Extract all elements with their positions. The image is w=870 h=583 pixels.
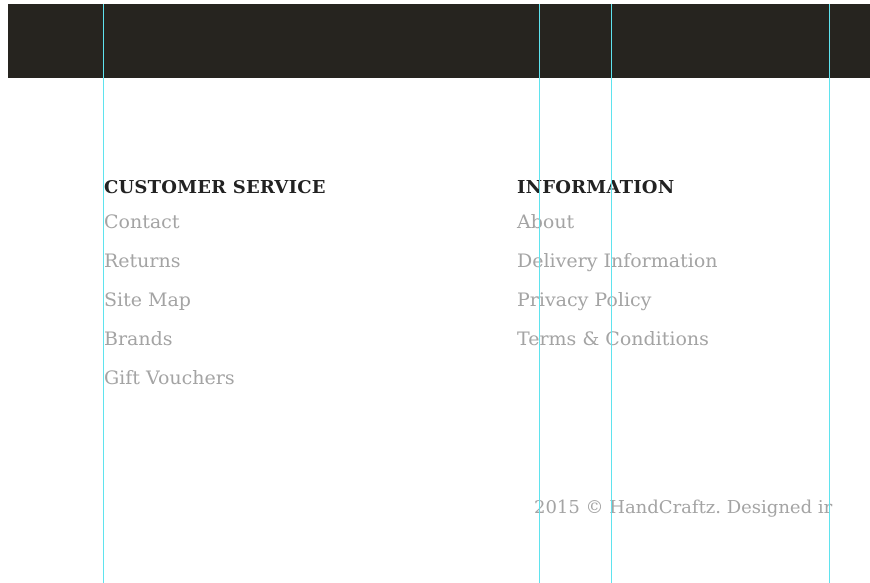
returns-link[interactable]: Returns [104,249,326,288]
site-map-link[interactable]: Site Map [104,288,326,327]
privacy-policy-link[interactable]: Privacy Policy [517,288,718,327]
contact-link[interactable]: Contact [104,210,326,249]
information-links: About Delivery Information Privacy Polic… [517,210,718,366]
customer-service-heading: CUSTOMER SERVICE [104,177,326,198]
delivery-information-link[interactable]: Delivery Information [517,249,718,288]
guide-line [103,4,104,583]
information-heading: INFORMATION [517,177,675,198]
header-bar [8,4,870,78]
terms-conditions-link[interactable]: Terms & Conditions [517,327,718,366]
guide-line [829,4,830,583]
copyright-text: 2015 © HandCraftz. Designed ir [534,497,833,518]
brands-link[interactable]: Brands [104,327,326,366]
information-section: INFORMATION About Delivery Information P… [517,176,718,366]
customer-service-links: Contact Returns Site Map Brands Gift Vou… [104,210,326,405]
about-link[interactable]: About [517,210,718,249]
gift-vouchers-link[interactable]: Gift Vouchers [104,366,326,405]
guide-line [611,4,612,583]
guide-line [539,4,540,583]
customer-service-section: CUSTOMER SERVICE Contact Returns Site Ma… [104,176,326,405]
